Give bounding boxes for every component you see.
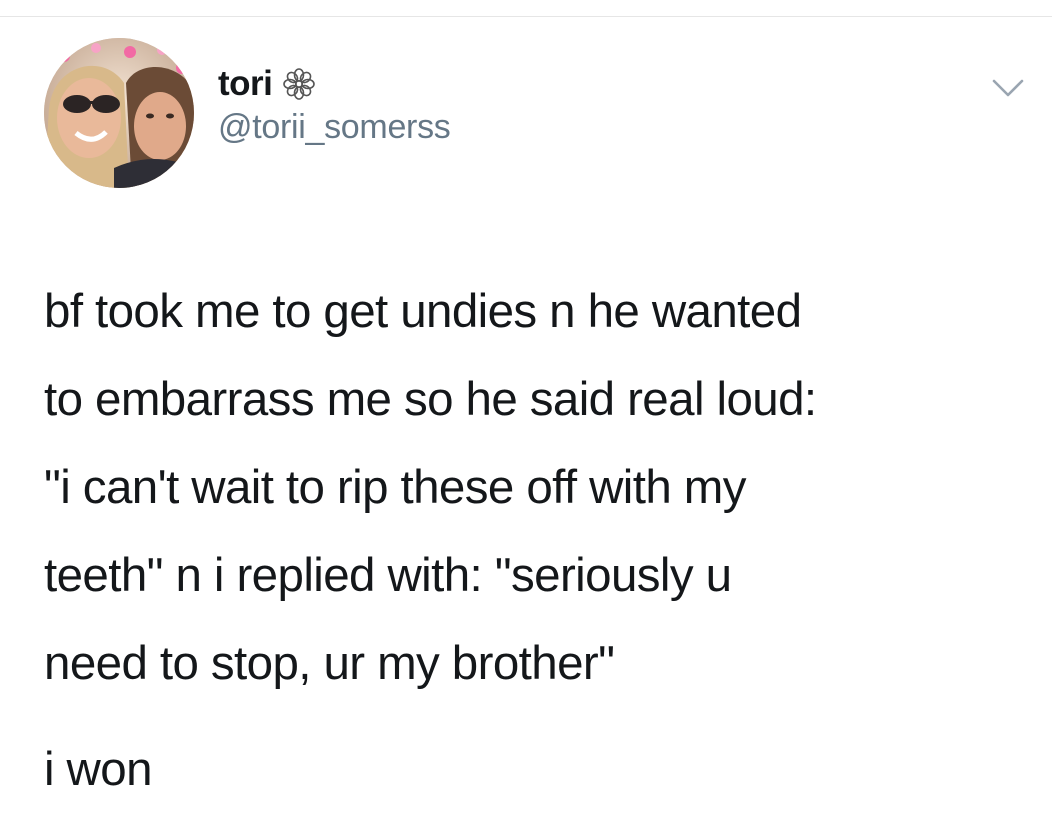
tweet-text-line: teeth" n i replied with: "seriously u	[44, 549, 732, 602]
tweet-text: bf took me to get undies n he wanted to …	[44, 268, 1034, 708]
avatar[interactable]	[44, 38, 194, 188]
flower-icon	[282, 67, 316, 101]
profile-photo-icon	[44, 38, 194, 188]
chevron-down-icon[interactable]	[990, 76, 1026, 100]
tweet-text-line: to embarrass me so he said real loud:	[44, 373, 817, 426]
tweet-header: tori @torii_somerss	[218, 62, 451, 147]
display-name[interactable]: tori	[218, 64, 273, 104]
user-handle[interactable]: @torii_somerss	[218, 108, 451, 147]
display-name-row: tori	[218, 62, 450, 106]
tweet-text-line: need to stop, ur my brother"	[44, 637, 615, 690]
tweet-text-line: bf took me to get undies n he wanted	[44, 285, 802, 338]
tweet-text-line: "i can't wait to rip these off with my	[44, 461, 746, 514]
tweet-card: tori @torii_somerss bf took me to get un…	[0, 0, 1052, 818]
tweet-text-tail: i won	[44, 743, 152, 796]
